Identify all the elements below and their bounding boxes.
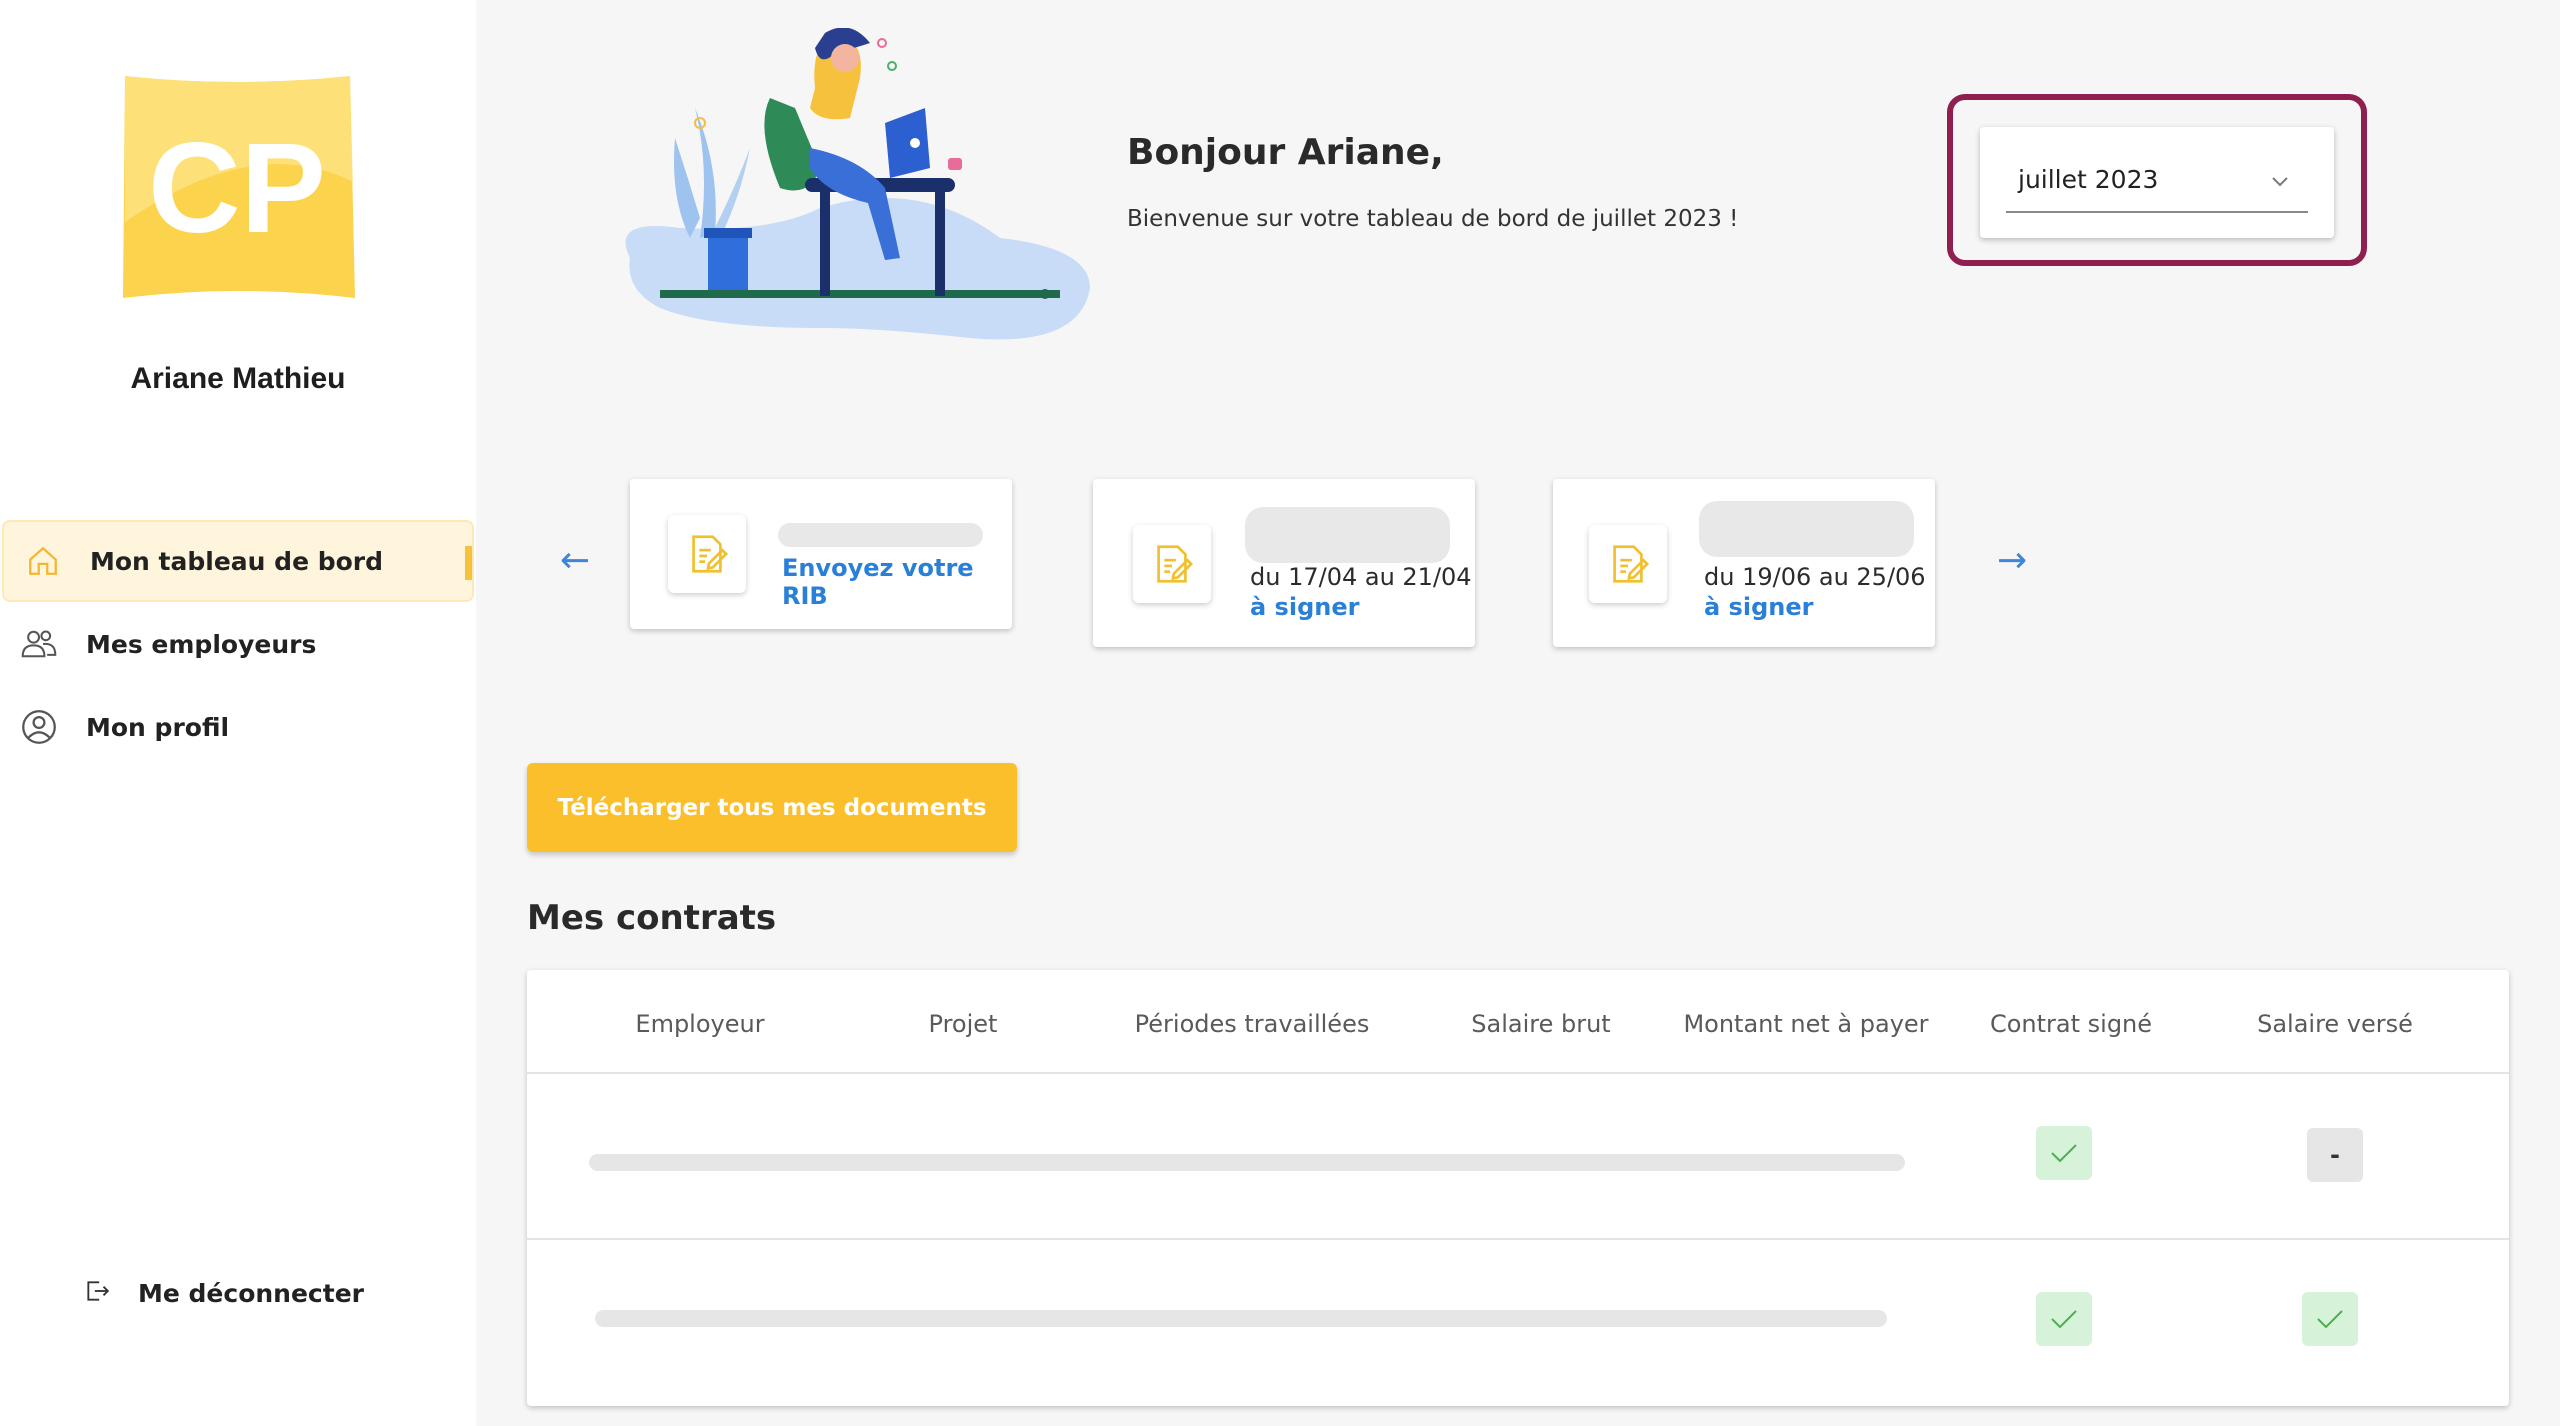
chevron-down-icon bbox=[2270, 171, 2290, 191]
user-circle-icon bbox=[20, 708, 58, 746]
column-header: Salaire brut bbox=[1471, 1010, 1611, 1038]
task-card-rib[interactable]: Envoyez votre RIB bbox=[630, 479, 1012, 629]
sidebar-item-label: Mon tableau de bord bbox=[90, 546, 384, 576]
skeleton-placeholder bbox=[1245, 507, 1450, 563]
column-header: Employeur bbox=[635, 1010, 765, 1038]
document-edit-icon bbox=[1589, 525, 1667, 603]
skeleton-placeholder bbox=[778, 523, 983, 547]
month-select-value: juillet 2023 bbox=[2018, 165, 2159, 194]
salary-paid-status: - bbox=[2307, 1128, 2363, 1182]
send-rib-link[interactable]: Envoyez votre RIB bbox=[782, 554, 1012, 610]
select-underline bbox=[2006, 211, 2308, 213]
document-edit-icon bbox=[668, 515, 746, 593]
sidebar-item-label: Mon profil bbox=[86, 712, 230, 742]
greeting-title: Bonjour Ariane, bbox=[1127, 132, 1444, 173]
contract-period: du 17/04 au 21/04 bbox=[1250, 563, 1472, 591]
logout-icon bbox=[84, 1278, 110, 1308]
row-divider bbox=[527, 1072, 2509, 1074]
home-icon bbox=[24, 542, 62, 580]
sidebar: CP Ariane Mathieu Mon tableau de bord Me… bbox=[0, 0, 476, 1426]
column-header: Salaire versé bbox=[2257, 1010, 2413, 1038]
carousel-prev-arrow[interactable]: ← bbox=[560, 540, 590, 581]
column-header: Périodes travaillées bbox=[1134, 1010, 1370, 1038]
row-divider bbox=[527, 1238, 2509, 1240]
contract-signed-check-icon bbox=[2036, 1126, 2092, 1180]
sidebar-item-employers[interactable]: Mes employeurs bbox=[0, 603, 476, 685]
skeleton-placeholder bbox=[1699, 501, 1914, 557]
users-icon bbox=[20, 625, 58, 663]
logo-text: CP bbox=[148, 117, 326, 260]
contracts-title: Mes contrats bbox=[527, 898, 777, 938]
salary-paid-check-icon bbox=[2302, 1292, 2358, 1346]
user-name: Ariane Mathieu bbox=[130, 362, 346, 395]
logout-label: Me déconnecter bbox=[138, 1278, 364, 1308]
sidebar-item-profile[interactable]: Mon profil bbox=[0, 686, 476, 768]
app-logo: CP bbox=[115, 72, 360, 306]
sidebar-item-label: Mes employeurs bbox=[86, 629, 317, 659]
carousel-next-arrow[interactable]: → bbox=[1997, 540, 2027, 581]
sign-link[interactable]: à signer bbox=[1704, 593, 1813, 621]
month-select[interactable]: juillet 2023 bbox=[1980, 127, 2334, 238]
sidebar-item-dashboard[interactable]: Mon tableau de bord bbox=[2, 520, 474, 602]
greeting-subtitle: Bienvenue sur votre tableau de bord de j… bbox=[1127, 206, 1739, 232]
download-all-button[interactable]: Télécharger tous mes documents bbox=[527, 763, 1017, 852]
contracts-table: Employeur Projet Périodes travaillées Sa… bbox=[527, 970, 2509, 1406]
document-edit-icon bbox=[1133, 525, 1211, 603]
month-selector-highlight: juillet 2023 bbox=[1947, 94, 2367, 266]
sign-link[interactable]: à signer bbox=[1250, 593, 1359, 621]
contract-period: du 19/06 au 25/06 bbox=[1704, 563, 1926, 591]
skeleton-placeholder bbox=[589, 1154, 1905, 1171]
skeleton-placeholder bbox=[595, 1310, 1887, 1327]
column-header: Montant net à payer bbox=[1683, 1010, 1929, 1038]
contract-signed-check-icon bbox=[2036, 1292, 2092, 1346]
welcome-illustration bbox=[620, 27, 1095, 350]
task-card-contract-1[interactable]: du 17/04 au 21/04 à signer bbox=[1093, 479, 1475, 647]
logout-button[interactable]: Me déconnecter bbox=[84, 1278, 364, 1308]
task-card-contract-2[interactable]: du 19/06 au 25/06 à signer bbox=[1553, 479, 1935, 647]
column-header: Contrat signé bbox=[1989, 1010, 2153, 1038]
column-header: Projet bbox=[928, 1010, 998, 1038]
